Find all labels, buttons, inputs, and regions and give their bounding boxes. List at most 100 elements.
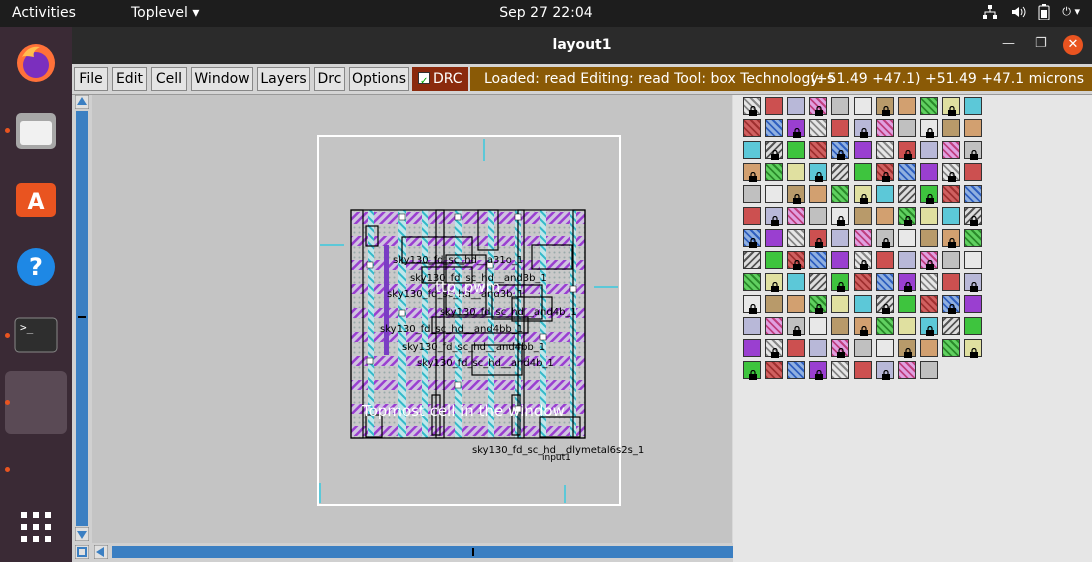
menu-options[interactable]: Options [349,67,409,91]
layer-swatch[interactable] [809,273,828,291]
layer-swatch[interactable] [853,185,872,204]
layer-swatch[interactable] [831,185,850,203]
layer-swatch[interactable] [875,273,894,291]
layer-swatch[interactable] [765,229,784,247]
layer-swatch[interactable] [743,317,761,335]
layer-swatch[interactable] [787,97,806,115]
scroll-up-icon[interactable] [75,95,89,109]
layer-swatch[interactable] [853,141,872,159]
layer-swatch[interactable] [809,163,828,182]
menu-cell[interactable]: Cell [151,67,187,91]
layer-swatch[interactable] [919,119,938,138]
dock-app-grid[interactable] [14,505,58,549]
layer-swatch[interactable] [743,295,761,314]
layer-swatch[interactable] [919,97,938,115]
layer-swatch[interactable] [853,339,872,357]
layer-swatch[interactable] [919,339,938,357]
layer-swatch[interactable] [964,141,982,160]
layer-swatch[interactable] [964,119,982,137]
layer-swatch[interactable] [919,361,938,379]
layer-swatch[interactable] [765,141,784,160]
layer-swatch[interactable] [897,119,916,137]
dock-firefox[interactable] [14,41,58,85]
layer-swatch[interactable] [787,317,806,336]
layer-swatch[interactable] [875,163,894,182]
layer-swatch[interactable] [964,295,982,313]
layer-swatch[interactable] [897,185,916,203]
layer-swatch[interactable] [831,163,850,181]
layer-swatch[interactable] [875,141,894,159]
vertical-scrollbar[interactable] [72,95,92,545]
menu-file[interactable]: File [74,67,108,91]
horizontal-scroll-thumb[interactable] [112,546,828,558]
layer-swatch[interactable] [809,97,828,116]
layer-swatch[interactable] [875,251,894,269]
layer-swatch[interactable] [787,295,806,313]
layer-swatch[interactable] [787,141,806,159]
menu-window[interactable]: Window [191,67,253,91]
layer-swatch[interactable] [964,317,982,335]
layer-swatch[interactable] [875,317,894,335]
dock-software[interactable]: A [14,177,58,221]
layer-swatch[interactable] [743,163,761,182]
dock-magic-window[interactable] [5,371,67,434]
layer-swatch[interactable] [765,251,784,269]
layer-swatch[interactable] [787,207,806,225]
layer-swatch[interactable] [787,119,806,138]
layer-swatch[interactable] [809,229,828,248]
layer-swatch[interactable] [765,163,784,181]
scroll-down-icon[interactable] [75,527,89,541]
layer-swatch[interactable] [787,273,806,291]
layer-swatch[interactable] [743,185,761,203]
layer-swatch[interactable] [809,295,828,314]
layer-swatch[interactable] [897,141,916,160]
layer-swatch[interactable] [809,361,828,380]
zoom-box-icon[interactable] [75,545,89,559]
layer-swatch[interactable] [853,119,872,138]
layer-swatch[interactable] [831,251,850,269]
layer-swatch[interactable] [765,317,784,335]
layer-swatch[interactable] [809,207,828,225]
layer-swatch[interactable] [831,273,850,292]
layer-swatch[interactable] [964,185,982,203]
layer-swatch[interactable] [743,339,761,357]
layer-swatch[interactable] [919,207,938,225]
layer-swatch[interactable] [941,163,960,182]
layer-swatch[interactable] [853,317,872,336]
layer-swatch[interactable] [941,207,960,225]
layer-swatch[interactable] [919,229,938,247]
layer-swatch[interactable] [875,119,894,137]
layer-swatch[interactable] [941,229,960,248]
layer-swatch[interactable] [765,339,784,358]
layer-swatch[interactable] [941,339,960,357]
layer-swatch[interactable] [941,97,960,116]
layer-swatch[interactable] [765,273,784,292]
layer-swatch[interactable] [743,229,761,248]
dock-help[interactable]: ? [14,245,58,289]
layer-swatch[interactable] [875,361,894,380]
layer-swatch[interactable] [919,295,938,313]
layer-swatch[interactable] [831,339,850,358]
layer-swatch[interactable] [743,97,761,116]
activities-button[interactable]: Activities [12,5,76,21]
layer-swatch[interactable] [964,163,982,181]
layer-swatch[interactable] [743,273,761,291]
drc-checkbox[interactable] [418,70,430,94]
close-icon[interactable]: ✕ [1063,35,1083,55]
layer-swatch[interactable] [875,185,894,203]
layer-swatch[interactable] [831,119,850,137]
dock-terminal[interactable]: >_ [14,313,58,357]
layer-swatch[interactable] [875,97,894,116]
layer-swatch[interactable] [809,141,828,159]
layer-swatch[interactable] [765,361,784,379]
layer-swatch[interactable] [787,163,806,181]
layer-swatch[interactable] [897,163,916,181]
layer-swatch[interactable] [853,229,872,247]
layer-swatch[interactable] [853,163,872,181]
app-menu[interactable]: Toplevel ▾ [131,5,199,21]
layer-swatch[interactable] [853,207,872,225]
layer-swatch[interactable] [831,97,850,115]
layer-swatch[interactable] [787,339,806,357]
layer-swatch[interactable] [787,251,806,270]
layer-swatch[interactable] [787,361,806,379]
